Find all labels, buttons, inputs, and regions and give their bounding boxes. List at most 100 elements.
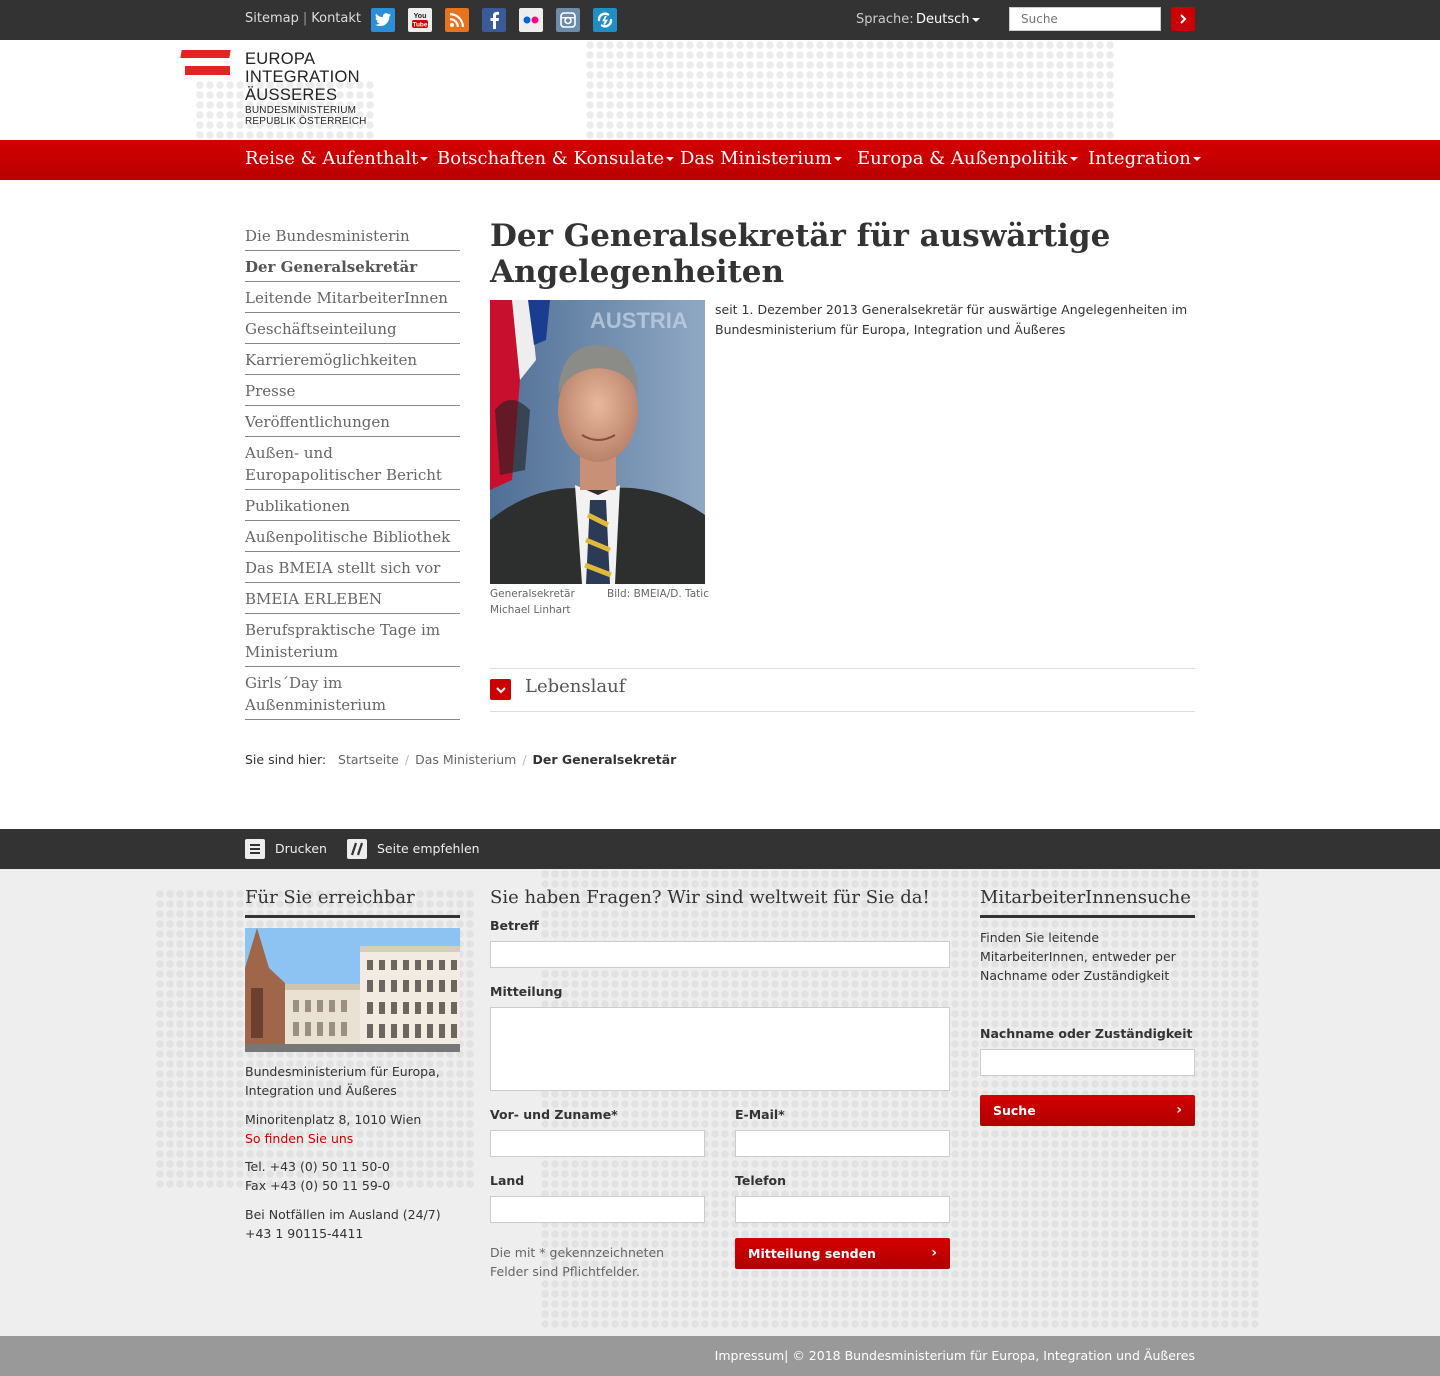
facebook-icon[interactable] [482, 8, 506, 32]
chevron-down-icon [833, 157, 842, 161]
kontakt-link[interactable]: Kontakt [311, 11, 361, 26]
utility-separator: | [302, 11, 308, 26]
breadcrumb-label: Sie sind hier: [245, 752, 327, 767]
chevron-down-icon [1069, 157, 1078, 161]
staff-search-button[interactable]: Suche › [980, 1095, 1195, 1126]
recommend-link[interactable]: Seite empfehlen [377, 841, 480, 856]
message-textarea[interactable] [490, 1007, 950, 1091]
nav-item-ministerium[interactable]: Das Ministerium [680, 148, 842, 169]
contact-heading-underline [245, 915, 460, 918]
logo-flag-stripe-bottom [185, 66, 230, 75]
phone-input[interactable] [735, 1196, 950, 1223]
sidebar-item-bmeia-vor[interactable]: Das BMEIA stellt sich vor [245, 555, 460, 583]
print-icon[interactable] [245, 839, 265, 859]
nav-label: Reise & Aufenthalt [245, 148, 419, 169]
breadcrumb-link-ministerium[interactable]: Das Ministerium [415, 752, 516, 767]
sidebar-item-bericht[interactable]: Außen- und Europapolitischer Bericht [245, 440, 460, 490]
sidebar-item-publikationen[interactable]: Publikationen [245, 493, 460, 521]
top-utility-bar: Sitemap | Kontakt You Tube Sprache: Deutsch [0, 0, 1440, 40]
slideshare-icon[interactable] [593, 8, 617, 32]
photo-banner-text: AUSTRIA [590, 308, 688, 333]
nav-item-reise[interactable]: Reise & Aufenthalt [245, 148, 429, 169]
sidebar-item-presse[interactable]: Presse [245, 378, 460, 406]
directions-link[interactable]: So finden Sie uns [245, 1129, 353, 1148]
submit-message-button[interactable]: Mitteilung senden › [735, 1238, 950, 1269]
sidebar-item-leitende[interactable]: Leitende MitarbeiterInnen [245, 285, 460, 313]
logo-line-3: ÄUSSERES [245, 86, 338, 104]
copyright-text: Impressum| © 2018 Bundesministerium für … [715, 1348, 1195, 1363]
map-pattern-decoration [585, 40, 1115, 140]
chevron-right-icon: › [931, 1245, 937, 1261]
main-navigation: Reise & Aufenthalt Botschaften & Konsula… [0, 140, 1440, 180]
sitemap-link[interactable]: Sitemap [245, 11, 299, 26]
breadcrumb-separator: / [404, 752, 410, 767]
chevron-down-icon [1192, 157, 1201, 161]
copyright-notice: | © 2018 Bundesministerium für Europa, I… [784, 1348, 1195, 1363]
required-note: Die mit * gekennzeichneten Felder sind P… [490, 1245, 665, 1279]
top-search-button[interactable] [1171, 7, 1195, 31]
logo-flag-stripe-top [180, 50, 231, 58]
print-link[interactable]: Drucken [275, 841, 327, 856]
submit-label: Mitteilung senden [748, 1246, 876, 1261]
staff-search-field-label: Nachname oder Zuständigkeit [980, 1026, 1193, 1041]
rss-icon[interactable] [445, 8, 469, 32]
flickr-icon[interactable] [519, 8, 543, 32]
name-input[interactable] [490, 1130, 705, 1157]
ministry-building-photo [245, 928, 460, 1052]
sidebar-item-veroeffentlichungen[interactable]: Veröffentlichungen [245, 409, 460, 437]
svg-text:You: You [414, 13, 427, 20]
twitter-icon[interactable] [371, 8, 395, 32]
sidebar-item-girlsday[interactable]: Girls´Day im Außenministerium [245, 670, 460, 720]
page-title: Der Generalsekretär für auswärtige Angel… [490, 218, 1111, 290]
nav-item-botschaften[interactable]: Botschaften & Konsulate [437, 148, 675, 169]
sidebar-item-berufspraktische[interactable]: Berufspraktische Tage im Ministerium [245, 617, 460, 667]
nav-label: Europa & Außenpolitik [857, 148, 1068, 169]
sidebar-item-generalsekretaer[interactable]: Der Generalsekretär [245, 254, 460, 282]
chevron-down-icon [666, 157, 675, 161]
chevron-down-icon [420, 157, 429, 161]
email-input[interactable] [735, 1130, 950, 1157]
logo-line-1: EUROPA [245, 50, 316, 68]
message-label: Mitteilung [490, 984, 563, 999]
staff-search-description: Finden Sie leitende MitarbeiterInnen, en… [980, 930, 1176, 983]
logo-line-5: REPUBLIK ÖSTERREICH [245, 116, 367, 127]
portrait-photo: AUSTRIA [490, 300, 705, 584]
impressum-link[interactable]: Impressum [715, 1348, 784, 1363]
youtube-icon[interactable]: You Tube [408, 8, 432, 32]
chevron-right-icon [1180, 14, 1187, 24]
contact-fax: Fax +43 (0) 50 11 59-0 [245, 1178, 391, 1193]
page-tools-bar: Drucken Seite empfehlen [0, 829, 1440, 869]
ministry-logo[interactable]: EUROPA INTEGRATION ÄUSSERES BUNDESMINIST… [180, 48, 381, 136]
nav-item-europa[interactable]: Europa & Außenpolitik [857, 148, 1078, 169]
sidebar-item-bundesministerin[interactable]: Die Bundesministerin [245, 223, 460, 251]
nav-label: Das Ministerium [680, 148, 832, 169]
sidebar-item-karriere[interactable]: Karrieremöglichkeiten [245, 347, 460, 375]
contact-address: Minoritenplatz 8, 1010 Wien [245, 1112, 422, 1127]
staff-search-input[interactable] [980, 1049, 1195, 1076]
breadcrumb-link-startseite[interactable]: Startseite [338, 752, 399, 767]
accordion-divider-bottom [490, 711, 1195, 712]
contact-org: Bundesministerium für Europa, Integratio… [245, 1064, 440, 1098]
sidebar-item-bmeia-erleben[interactable]: BMEIA ERLEBEN [245, 586, 460, 614]
top-search-input[interactable] [1009, 7, 1161, 31]
subject-label: Betreff [490, 918, 539, 933]
sidebar-item-bibliothek[interactable]: Außenpolitische Bibliothek [245, 524, 460, 552]
logo-line-4: BUNDESMINISTERIUM [245, 105, 357, 116]
language-label: Sprache: [856, 12, 914, 27]
accordion-label-lebenslauf[interactable]: Lebenslauf [525, 676, 625, 697]
subject-input[interactable] [490, 941, 950, 968]
instagram-icon[interactable] [556, 8, 580, 32]
language-selector[interactable]: Deutsch [916, 12, 980, 27]
emergency-label: Bei Notfällen im Ausland (24/7) [245, 1207, 441, 1222]
language-value: Deutsch [916, 12, 970, 27]
accordion-toggle-button[interactable] [490, 679, 511, 700]
country-input[interactable] [490, 1196, 705, 1223]
nav-item-integration[interactable]: Integration [1088, 148, 1201, 169]
name-label: Vor- und Zuname* [490, 1107, 618, 1122]
sidebar-item-geschaeftseinteilung[interactable]: Geschäftseinteilung [245, 316, 460, 344]
breadcrumb-separator: / [522, 752, 527, 767]
social-icons: You Tube [371, 8, 617, 32]
recommend-icon[interactable] [347, 839, 367, 859]
breadcrumb-current: Der Generalsekretär [532, 752, 677, 767]
nav-label: Botschaften & Konsulate [437, 148, 665, 169]
